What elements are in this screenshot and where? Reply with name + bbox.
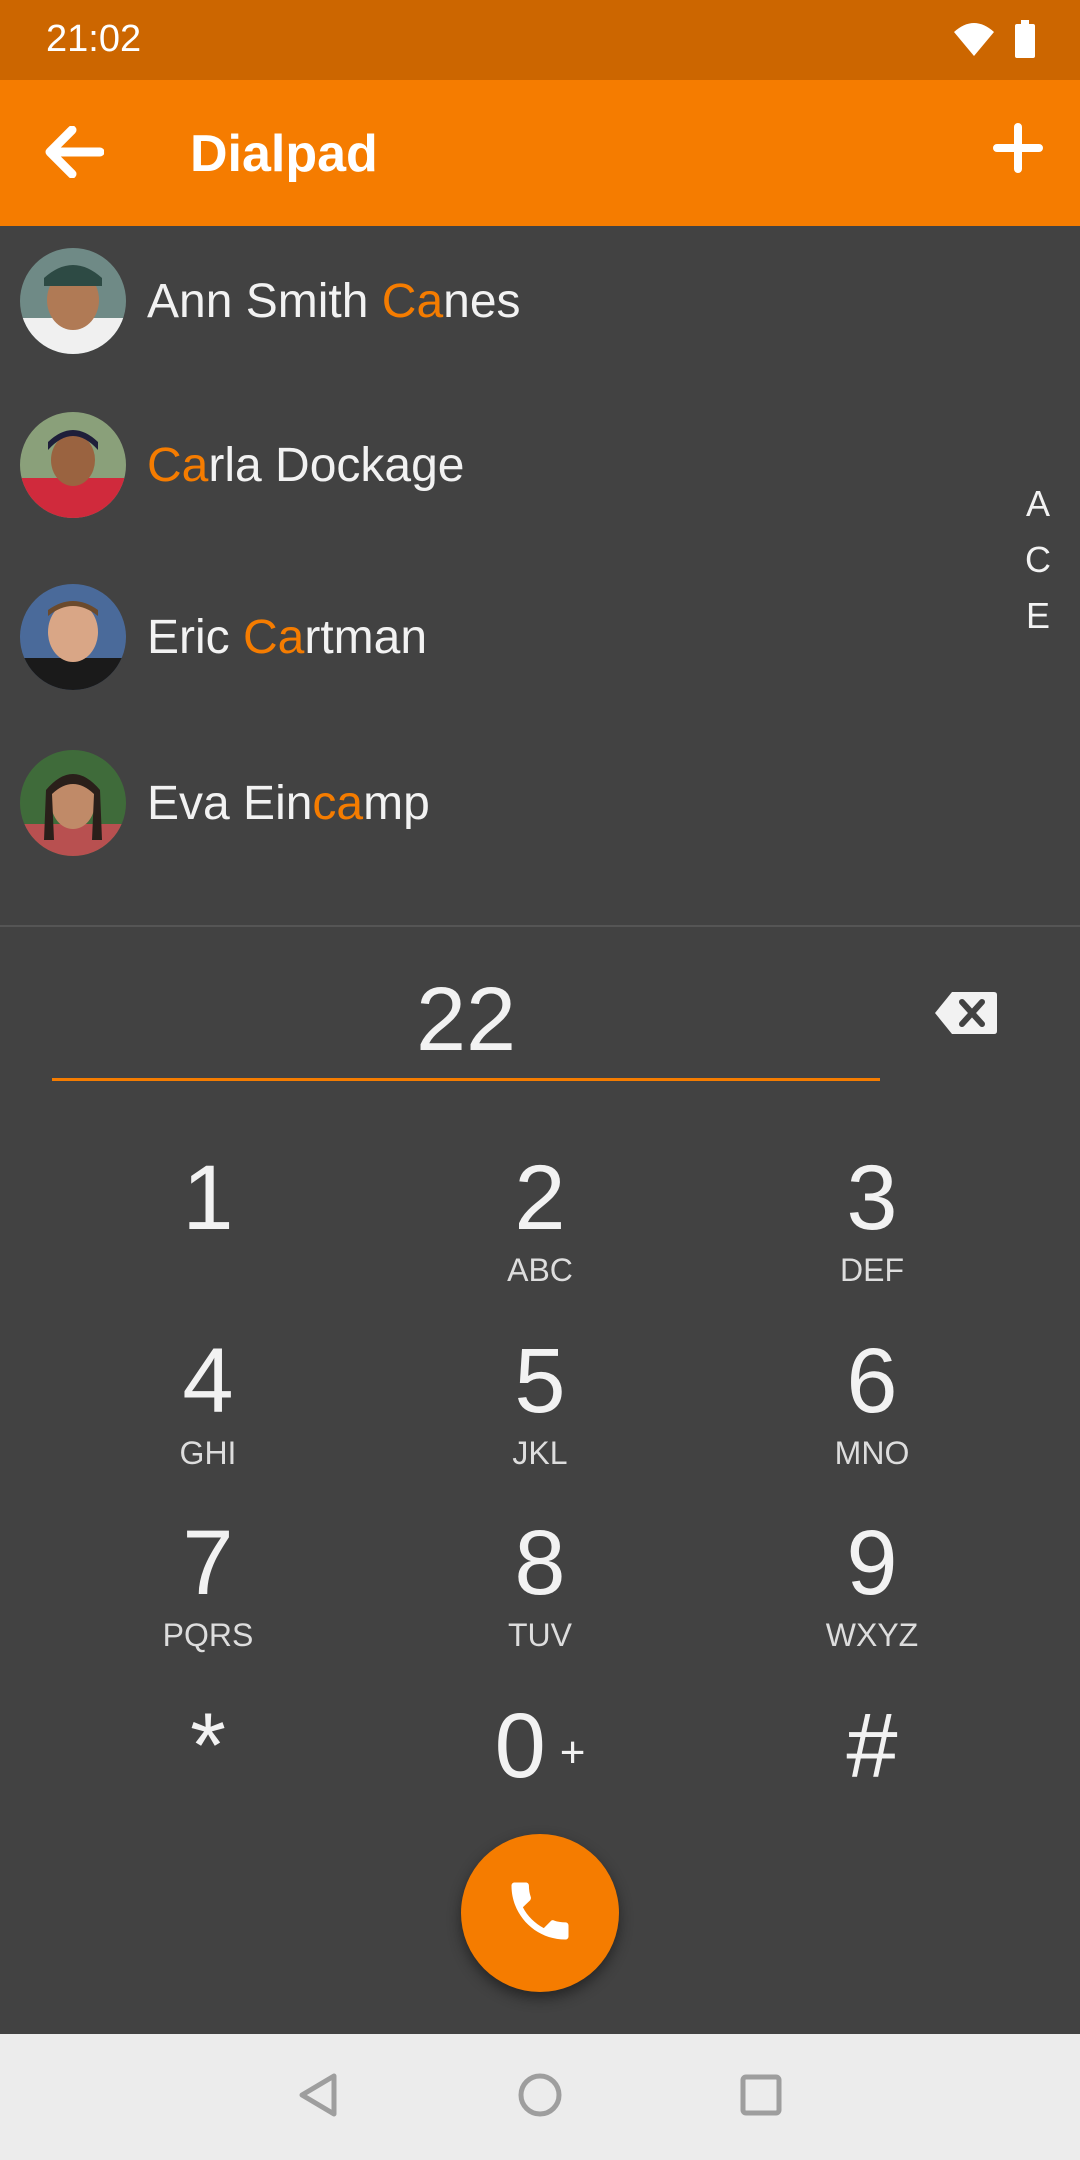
contact-item-eva-eincamp[interactable]: Eva Eincamp <box>0 728 1000 878</box>
key-digit: 0 + <box>494 1695 586 1797</box>
key-1[interactable]: 1 <box>83 1138 333 1298</box>
page-title: Dialpad <box>190 125 378 183</box>
key-digit: 6 <box>846 1330 898 1432</box>
contact-name: Carla Dockage <box>147 438 465 492</box>
key-digit: 7 <box>182 1512 234 1614</box>
nav-home-button[interactable] <box>507 2064 573 2130</box>
nav-recents-button[interactable] <box>728 2064 794 2130</box>
wifi-icon <box>952 20 996 63</box>
key-6[interactable]: 6 MNO <box>747 1321 997 1481</box>
backspace-icon <box>934 990 998 1041</box>
contact-list: Ann Smith Canes Carla Dockage Eric Cartm… <box>0 226 1080 926</box>
avatar <box>20 750 126 856</box>
key-letters: JKL <box>512 1435 568 1471</box>
key-letters: TUV <box>508 1617 572 1653</box>
key-digit: 4 <box>182 1330 234 1432</box>
recents-square-icon <box>738 2072 784 2123</box>
key-digit: 9 <box>846 1512 898 1614</box>
key-digit: 2 <box>514 1147 566 1249</box>
nav-back-button[interactable] <box>286 2064 352 2130</box>
key-hash[interactable]: # <box>747 1686 997 1846</box>
back-triangle-icon <box>296 2072 342 2123</box>
contact-item-ann-smith-canes[interactable]: Ann Smith Canes <box>0 226 1000 376</box>
key-letters: GHI <box>179 1435 237 1471</box>
alphabet-index[interactable]: A C E <box>1008 476 1068 644</box>
index-letter-c[interactable]: C <box>1008 532 1068 588</box>
key-8[interactable]: 8 TUV <box>415 1503 665 1663</box>
key-letters: ABC <box>507 1252 573 1288</box>
key-0[interactable]: 0 + <box>415 1686 665 1846</box>
contact-item-eric-cartman[interactable]: Eric Cartman <box>0 562 1000 712</box>
key-3[interactable]: 3 DEF <box>747 1138 997 1298</box>
phone-icon <box>502 1873 578 1954</box>
key-digit: 8 <box>514 1512 566 1614</box>
arrow-left-icon <box>44 125 105 183</box>
key-digit: * <box>190 1695 226 1797</box>
key-plus: + <box>559 1727 586 1777</box>
system-nav-bar <box>0 2034 1080 2160</box>
call-button[interactable] <box>461 1834 619 1992</box>
plus-icon <box>993 122 1043 178</box>
backspace-button[interactable] <box>926 980 1006 1050</box>
key-digit: 1 <box>182 1147 234 1249</box>
avatar <box>20 584 126 690</box>
key-letters: WXYZ <box>825 1617 919 1653</box>
status-icons <box>952 20 1036 63</box>
home-circle-icon <box>517 2072 563 2123</box>
key-digit: 3 <box>846 1147 898 1249</box>
key-digit: # <box>846 1695 898 1797</box>
index-letter-a[interactable]: A <box>1008 476 1068 532</box>
dial-number-input[interactable]: 22 <box>52 962 880 1078</box>
divider <box>0 925 1080 927</box>
key-4[interactable]: 4 GHI <box>83 1321 333 1481</box>
battery-icon <box>1014 20 1036 63</box>
key-7[interactable]: 7 PQRS <box>83 1503 333 1663</box>
key-2[interactable]: 2 ABC <box>415 1138 665 1298</box>
contact-name: Eric Cartman <box>147 610 428 664</box>
contact-name: Ann Smith Canes <box>147 274 521 328</box>
key-letters: PQRS <box>162 1617 254 1653</box>
dial-input-underline <box>52 1078 880 1081</box>
key-5[interactable]: 5 JKL <box>415 1321 665 1481</box>
avatar <box>20 248 126 354</box>
contact-name: Eva Eincamp <box>147 776 430 830</box>
key-digit: 5 <box>514 1330 566 1432</box>
avatar <box>20 412 126 518</box>
add-contact-button[interactable] <box>978 110 1058 190</box>
index-letter-e[interactable]: E <box>1008 588 1068 644</box>
key-9[interactable]: 9 WXYZ <box>747 1503 997 1663</box>
key-letters: MNO <box>834 1435 910 1471</box>
key-star[interactable]: * <box>83 1686 333 1846</box>
contact-item-carla-dockage[interactable]: Carla Dockage <box>0 390 1000 540</box>
status-time: 21:02 <box>46 18 142 60</box>
app-bar: Dialpad <box>0 80 1080 226</box>
status-bar: 21:02 <box>0 0 1080 80</box>
back-button[interactable] <box>34 114 114 194</box>
key-letters: DEF <box>840 1252 904 1288</box>
